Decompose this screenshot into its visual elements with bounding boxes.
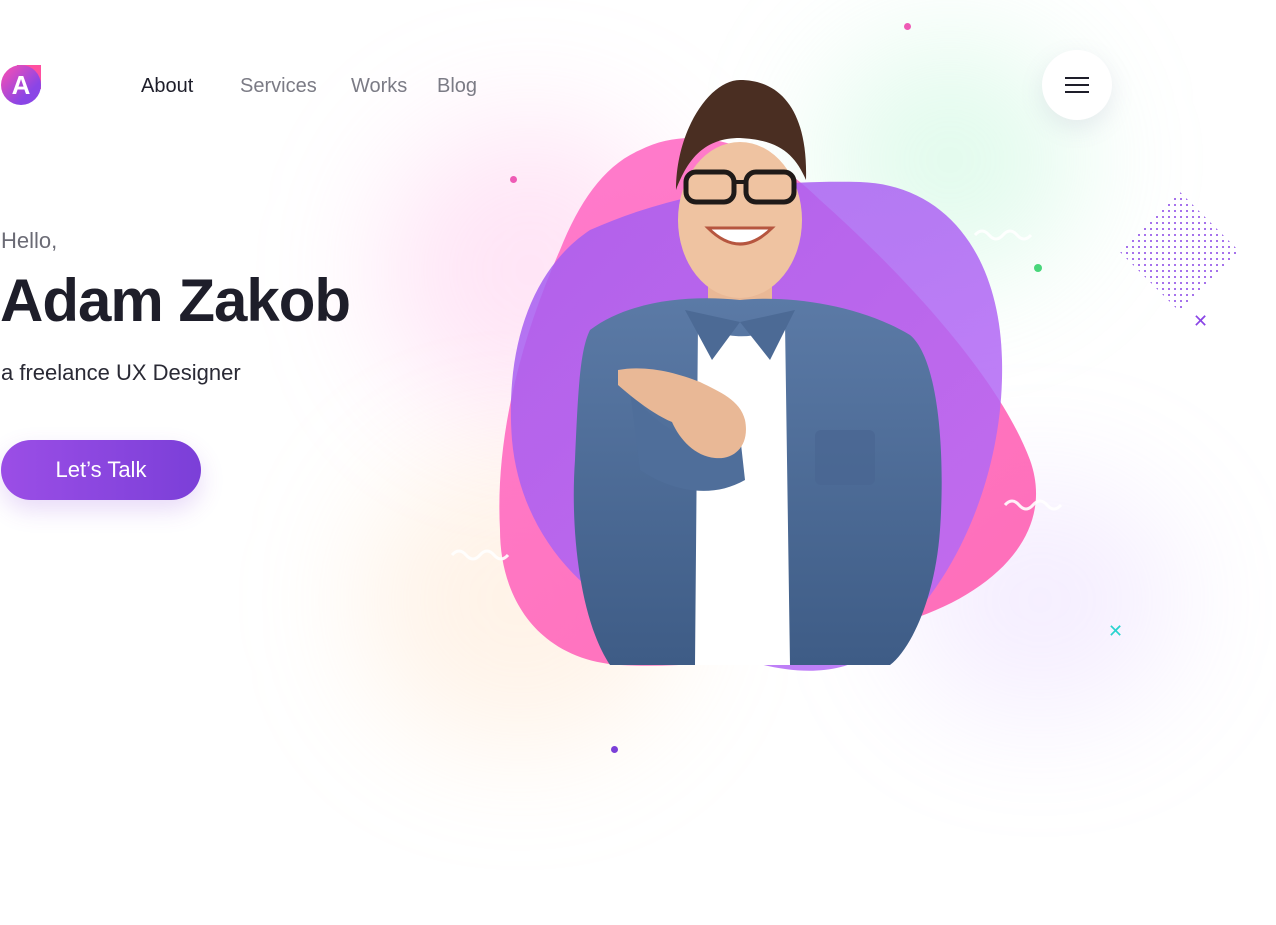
nav-item-works[interactable]: Works: [351, 72, 407, 100]
nav-item-about[interactable]: About: [141, 72, 193, 100]
hero-greeting: Hello,: [1, 228, 58, 253]
squiggle-icon: [973, 229, 1033, 241]
dot-icon: [904, 23, 911, 30]
squiggle-icon: [450, 549, 510, 561]
hero-role: a freelance UX Designer: [1, 360, 241, 385]
dot-icon: [510, 176, 517, 183]
dot-pattern-diamond: [1120, 192, 1240, 312]
page: A About Services Works Blog Hello, Adam …: [0, 0, 1276, 925]
dot-icon: [611, 746, 618, 753]
cross-icon: ✕: [1108, 621, 1124, 642]
hero-portrait-image: [450, 80, 1063, 671]
dot-icon: [1034, 264, 1042, 272]
logo[interactable]: A: [1, 65, 41, 105]
lets-talk-button[interactable]: Let’s Talk: [1, 440, 201, 500]
nav-item-services[interactable]: Services: [240, 72, 317, 100]
hero-name: Adam Zakob: [0, 267, 351, 334]
cross-icon: ✕: [1193, 311, 1209, 332]
logo-letter: A: [11, 70, 31, 100]
